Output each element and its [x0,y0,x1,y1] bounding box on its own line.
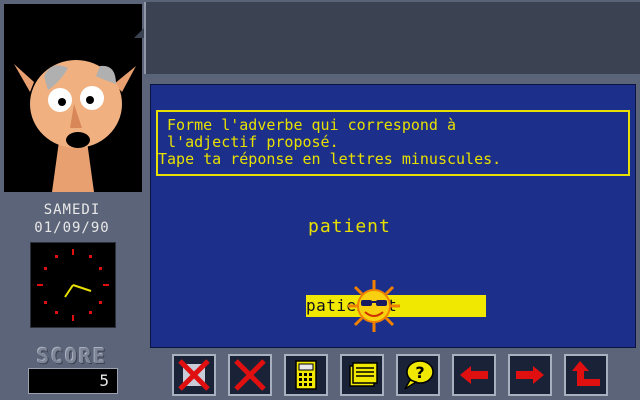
cross-icon [178,359,210,391]
notepad-button[interactable] [340,354,384,396]
top-message-panel [144,2,640,74]
cancel-button[interactable] [172,354,216,396]
professor-face-icon [4,4,142,192]
prompt-word: patient [308,216,391,237]
score-value: 5 [99,371,109,390]
svg-text:?: ? [415,363,424,382]
score-label: SCORE [36,344,108,368]
notepad-icon [349,362,378,387]
calculator-icon [295,360,317,390]
instruction-box: Forme l'adverbe qui correspond à l'adjec… [156,110,630,176]
date-label: 01/09/90 [34,220,110,236]
return-button[interactable] [564,354,608,396]
calculator-button[interactable] [284,354,328,396]
instruction-line-2: l'adjectif proposé. [158,133,339,151]
help-bubble-icon: ? [404,360,434,390]
sun-mascot-icon [346,278,402,334]
help-button[interactable]: ? [396,354,440,396]
day-label: SAMEDI [43,202,101,218]
next-button[interactable] [508,354,552,396]
return-arrow-icon [572,361,600,386]
character-portrait [4,4,142,192]
instruction-line-3: Tape ta réponse en lettres minuscules. [158,150,502,168]
previous-button[interactable] [452,354,496,396]
clock-face-icon [37,249,109,321]
clock [30,242,116,328]
cross-icon [234,359,266,391]
speech-pointer [134,28,144,38]
quit-button[interactable] [228,354,272,396]
arrow-right-icon [516,366,544,384]
score-box: 5 [28,368,118,394]
instruction-line-1: Forme l'adverbe qui correspond à [158,116,457,134]
arrow-left-icon [460,366,488,384]
